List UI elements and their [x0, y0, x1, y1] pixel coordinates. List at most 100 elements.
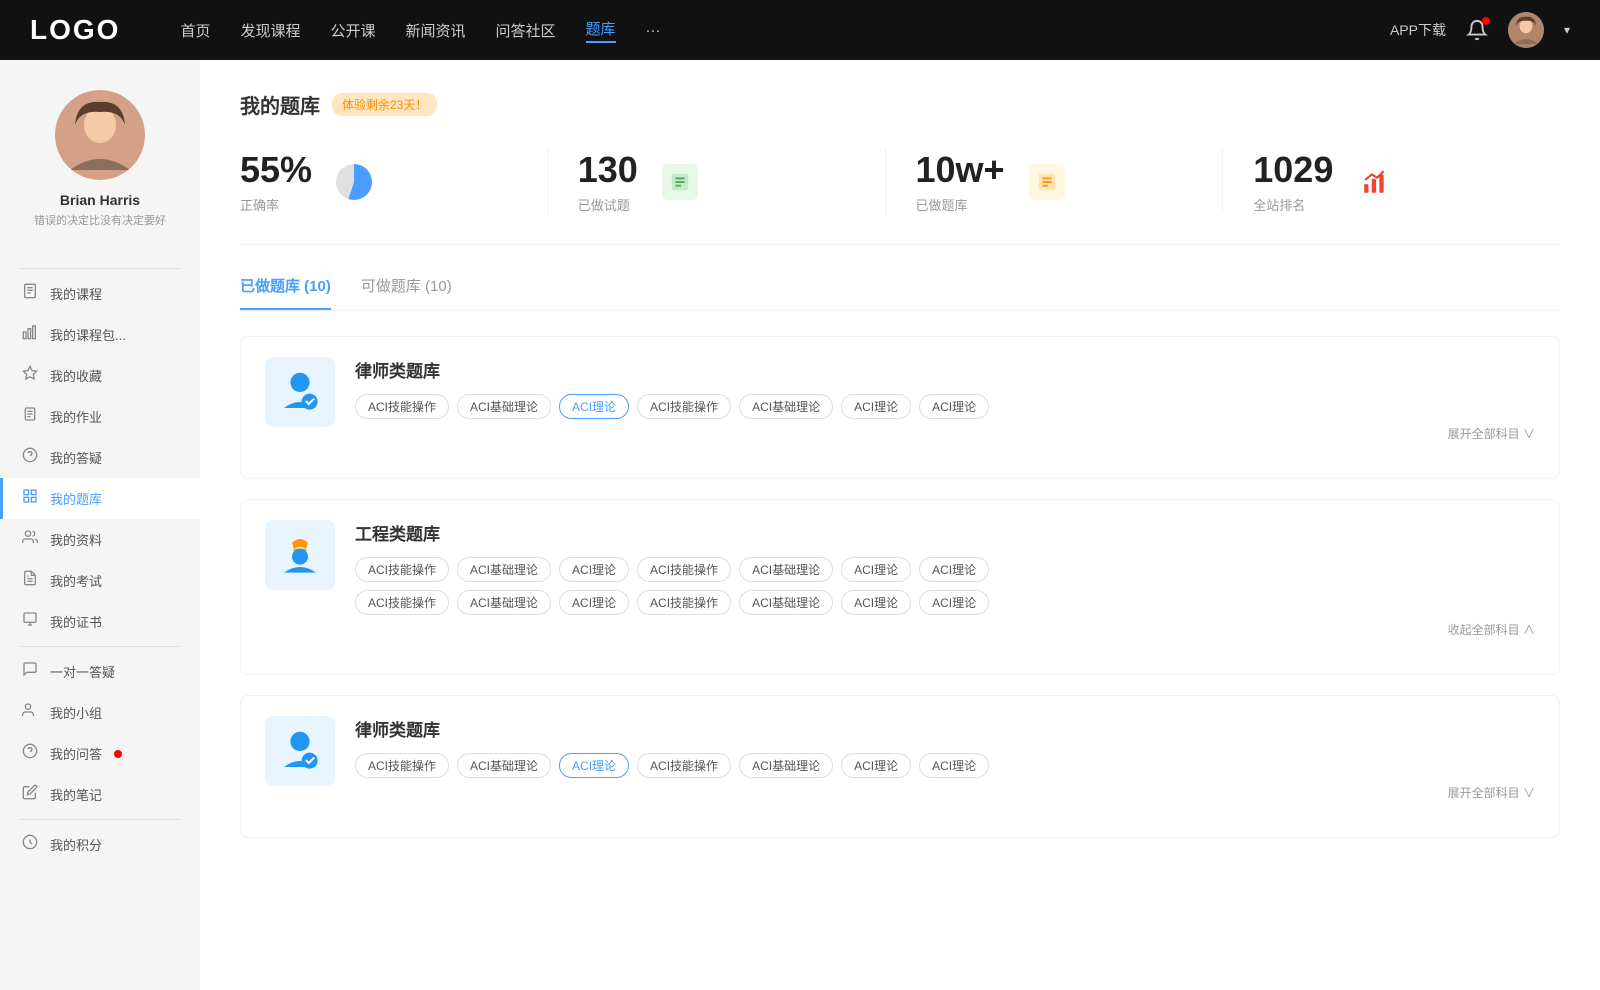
- qbank-expand-0[interactable]: 展开全部科目 ∨: [355, 425, 1535, 442]
- tag-1-2[interactable]: ACI理论: [559, 557, 629, 582]
- tag-1-1[interactable]: ACI基础理论: [457, 557, 551, 582]
- main-content: 我的题库 体验剩余23天！ 55% 正确率 130 已做试题: [200, 60, 1600, 990]
- edit-icon: [20, 784, 40, 805]
- sidebar-label: 我的收藏: [50, 366, 102, 385]
- nav-news[interactable]: 新闻资讯: [406, 20, 466, 41]
- tag-0-6[interactable]: ACI理论: [919, 394, 989, 419]
- sidebar-item-groups[interactable]: 我的小组: [0, 692, 200, 733]
- tag-1r2-4[interactable]: ACI基础理论: [739, 590, 833, 615]
- tag-2-0[interactable]: ACI技能操作: [355, 753, 449, 778]
- qbank-header-0: 律师类题库 ACI技能操作 ACI基础理论 ACI理论 ACI技能操作 ACI基…: [265, 357, 1535, 442]
- nav-home[interactable]: 首页: [180, 20, 210, 41]
- sidebar-item-certificates[interactable]: 我的证书: [0, 601, 200, 642]
- tag-0-1[interactable]: ACI基础理论: [457, 394, 551, 419]
- tab-done-banks[interactable]: 已做题库 (10): [240, 275, 331, 310]
- tag-2-4[interactable]: ACI基础理论: [739, 753, 833, 778]
- navbar-right: APP下载 ▾: [1390, 12, 1570, 48]
- tag-1r2-5[interactable]: ACI理论: [841, 590, 911, 615]
- tag-2-1[interactable]: ACI基础理论: [457, 753, 551, 778]
- sidebar-item-course-packages[interactable]: 我的课程包...: [0, 314, 200, 355]
- nav-courses[interactable]: 发现课程: [240, 20, 300, 41]
- qbank-expand-1[interactable]: 收起全部科目 ∧: [355, 621, 1535, 638]
- tag-0-3[interactable]: ACI技能操作: [637, 394, 731, 419]
- tag-1r2-0[interactable]: ACI技能操作: [355, 590, 449, 615]
- qbank-card-2: 律师类题库 ACI技能操作 ACI基础理论 ACI理论 ACI技能操作 ACI基…: [240, 695, 1560, 838]
- clipboard-icon: [20, 406, 40, 427]
- nav-more[interactable]: ···: [646, 22, 661, 39]
- stats-row: 55% 正确率 130 已做试题: [240, 149, 1560, 245]
- tag-0-2[interactable]: ACI理论: [559, 394, 629, 419]
- tag-1-0[interactable]: ACI技能操作: [355, 557, 449, 582]
- qbank-expand-2[interactable]: 展开全部科目 ∨: [355, 784, 1535, 801]
- stat-correct-rate: 55% 正确率: [240, 149, 548, 214]
- sidebar-avatar: [55, 90, 145, 180]
- tag-0-0[interactable]: ACI技能操作: [355, 394, 449, 419]
- sidebar-label: 一对一答疑: [50, 662, 115, 681]
- nav-open-course[interactable]: 公开课: [330, 20, 375, 41]
- sidebar-item-notes[interactable]: 我的笔记: [0, 774, 200, 815]
- sidebar-label: 我的课程包...: [50, 325, 126, 344]
- tag-2-6[interactable]: ACI理论: [919, 753, 989, 778]
- sidebar-item-qa[interactable]: 我的答疑: [0, 437, 200, 478]
- tag-1-6[interactable]: ACI理论: [919, 557, 989, 582]
- grid-icon: [20, 488, 40, 509]
- stat-label: 已做试题: [578, 195, 638, 214]
- tag-2-5[interactable]: ACI理论: [841, 753, 911, 778]
- user-group-icon: [20, 702, 40, 723]
- tab-available-banks[interactable]: 可做题库 (10): [361, 275, 452, 310]
- sidebar-divider-1: [20, 268, 180, 269]
- sidebar-item-question-bank[interactable]: 我的题库: [0, 478, 200, 519]
- nav-questions[interactable]: 题库: [586, 18, 616, 43]
- qbank-title-0: 律师类题库: [355, 357, 1535, 382]
- tag-2-2[interactable]: ACI理论: [559, 753, 629, 778]
- nav-qa[interactable]: 问答社区: [496, 20, 556, 41]
- tag-1-5[interactable]: ACI理论: [841, 557, 911, 582]
- sidebar-item-my-courses[interactable]: 我的课程: [0, 273, 200, 314]
- user-avatar[interactable]: [1508, 12, 1544, 48]
- message-icon: [20, 661, 40, 682]
- tag-2-3[interactable]: ACI技能操作: [637, 753, 731, 778]
- stat-label: 已做题库: [916, 195, 1005, 214]
- app-download[interactable]: APP下载: [1390, 20, 1446, 40]
- tag-1-4[interactable]: ACI基础理论: [739, 557, 833, 582]
- tag-1-3[interactable]: ACI技能操作: [637, 557, 731, 582]
- sidebar-item-favorites[interactable]: 我的收藏: [0, 355, 200, 396]
- sidebar-label: 我的考试: [50, 571, 102, 590]
- sidebar-label: 我的证书: [50, 612, 102, 631]
- logo[interactable]: LOGO: [30, 14, 120, 46]
- question-circle-icon: [20, 447, 40, 468]
- tag-0-4[interactable]: ACI基础理论: [739, 394, 833, 419]
- sidebar-item-homework[interactable]: 我的作业: [0, 396, 200, 437]
- qbank-title-area-1: 工程类题库 ACI技能操作 ACI基础理论 ACI理论 ACI技能操作 ACI基…: [355, 520, 1535, 638]
- notification-bell[interactable]: [1466, 19, 1488, 41]
- stat-label: 正确率: [240, 195, 312, 214]
- stat-banks-done: 10w+ 已做题库: [886, 149, 1224, 214]
- qbank-header-1: 工程类题库 ACI技能操作 ACI基础理论 ACI理论 ACI技能操作 ACI基…: [265, 520, 1535, 638]
- sidebar-label: 我的课程: [50, 284, 102, 303]
- tag-1r2-1[interactable]: ACI基础理论: [457, 590, 551, 615]
- sidebar-divider-3: [20, 819, 180, 820]
- sidebar-label: 我的资料: [50, 530, 102, 549]
- page-title: 我的题库: [240, 90, 320, 119]
- sidebar-item-my-qa[interactable]: 我的问答: [0, 733, 200, 774]
- questions-icon: [669, 171, 691, 193]
- user-menu-chevron[interactable]: ▾: [1564, 23, 1570, 37]
- qbank-icon-lawyer2: [265, 716, 335, 786]
- stat-site-rank: 1029 全站排名: [1223, 149, 1560, 214]
- tag-1r2-3[interactable]: ACI技能操作: [637, 590, 731, 615]
- sidebar-divider-2: [20, 646, 180, 647]
- notification-dot: [1482, 17, 1490, 25]
- sidebar-item-materials[interactable]: 我的资料: [0, 519, 200, 560]
- banks-icon: [1036, 171, 1058, 193]
- stat-questions-done: 130 已做试题: [548, 149, 886, 214]
- sidebar-item-1on1[interactable]: 一对一答疑: [0, 651, 200, 692]
- sidebar-username: Brian Harris: [60, 192, 140, 208]
- qbank-tags-0: ACI技能操作 ACI基础理论 ACI理论 ACI技能操作 ACI基础理论 AC…: [355, 394, 1535, 419]
- sidebar-item-points[interactable]: 我的积分: [0, 824, 200, 865]
- tag-1r2-2[interactable]: ACI理论: [559, 590, 629, 615]
- tag-0-5[interactable]: ACI理论: [841, 394, 911, 419]
- qbank-title-2: 律师类题库: [355, 716, 1535, 741]
- tag-1r2-6[interactable]: ACI理论: [919, 590, 989, 615]
- sidebar-item-exams[interactable]: 我的考试: [0, 560, 200, 601]
- qbank-title-area-2: 律师类题库 ACI技能操作 ACI基础理论 ACI理论 ACI技能操作 ACI基…: [355, 716, 1535, 801]
